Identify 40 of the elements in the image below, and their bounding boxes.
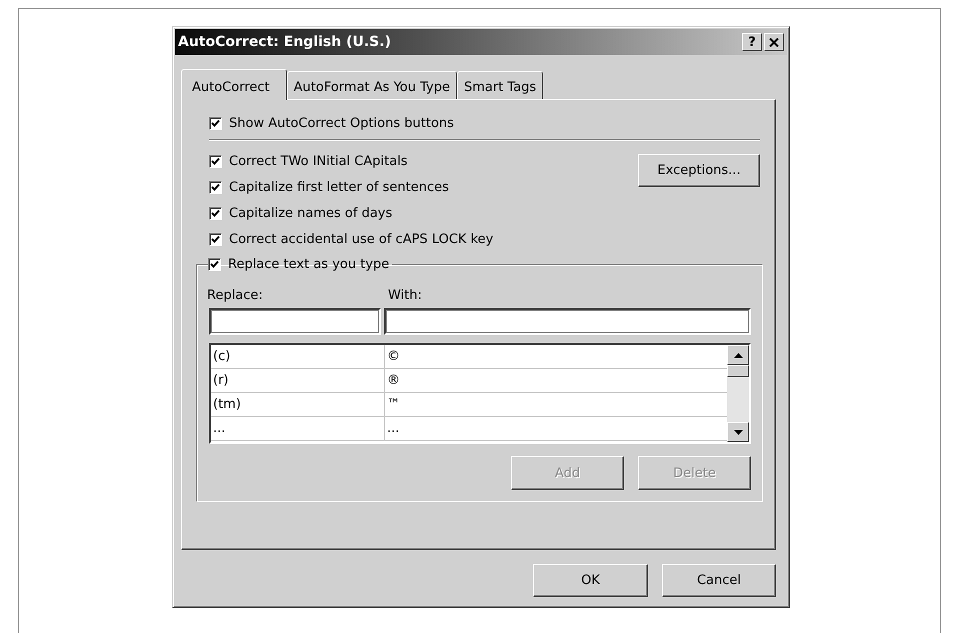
checkbox[interactable] xyxy=(209,233,222,246)
close-icon xyxy=(769,38,779,46)
table-cell[interactable]: ... xyxy=(385,417,402,440)
checkbox[interactable] xyxy=(208,258,221,271)
table-cell[interactable]: ® xyxy=(385,369,402,392)
checkbox[interactable] xyxy=(209,117,222,130)
help-button[interactable]: ? xyxy=(742,33,762,51)
tab[interactable]: AutoFormat As You Type xyxy=(286,71,457,99)
table-cell[interactable]: © xyxy=(385,345,402,368)
scroll-thumb[interactable] xyxy=(727,365,749,377)
table-cell[interactable]: (c) xyxy=(211,345,385,368)
tab[interactable]: AutoCorrect xyxy=(181,69,287,100)
table-cell[interactable]: ... xyxy=(211,417,385,440)
close-button[interactable] xyxy=(764,33,784,51)
window-title: AutoCorrect: English (U.S.) xyxy=(178,34,391,50)
option-label: Capitalize first letter of sentences xyxy=(229,180,449,195)
scrollbar[interactable] xyxy=(727,345,749,442)
table-cell[interactable]: ™ xyxy=(385,393,402,416)
option-label: Correct TWo INitial CApitals xyxy=(229,154,408,169)
option-label: Capitalize names of days xyxy=(229,206,392,221)
ok-button[interactable]: OK xyxy=(533,564,648,597)
up-arrow-icon xyxy=(734,352,742,358)
field-label: With: xyxy=(388,288,422,303)
down-arrow-icon xyxy=(734,430,742,434)
field-label: Replace: xyxy=(207,288,264,303)
option-label: Show AutoCorrect Options buttons xyxy=(229,116,454,131)
with-field[interactable] xyxy=(384,308,751,335)
scroll-down-button[interactable] xyxy=(727,422,749,442)
table-cell[interactable]: (r) xyxy=(211,369,385,392)
exceptions-button[interactable]: Exceptions... xyxy=(638,154,760,187)
option-label: Replace text as you type xyxy=(228,257,390,272)
checkbox[interactable] xyxy=(209,207,222,220)
tab[interactable]: Smart Tags xyxy=(456,71,544,99)
scroll-up-button[interactable] xyxy=(727,345,749,365)
checkbox[interactable] xyxy=(209,181,222,194)
replace-field[interactable] xyxy=(209,308,381,335)
table-cell[interactable]: (tm) xyxy=(211,393,385,416)
option-label: Correct accidental use of cAPS LOCK key xyxy=(229,232,494,247)
cancel-button[interactable]: Cancel xyxy=(662,564,776,597)
checkbox[interactable] xyxy=(209,155,222,168)
